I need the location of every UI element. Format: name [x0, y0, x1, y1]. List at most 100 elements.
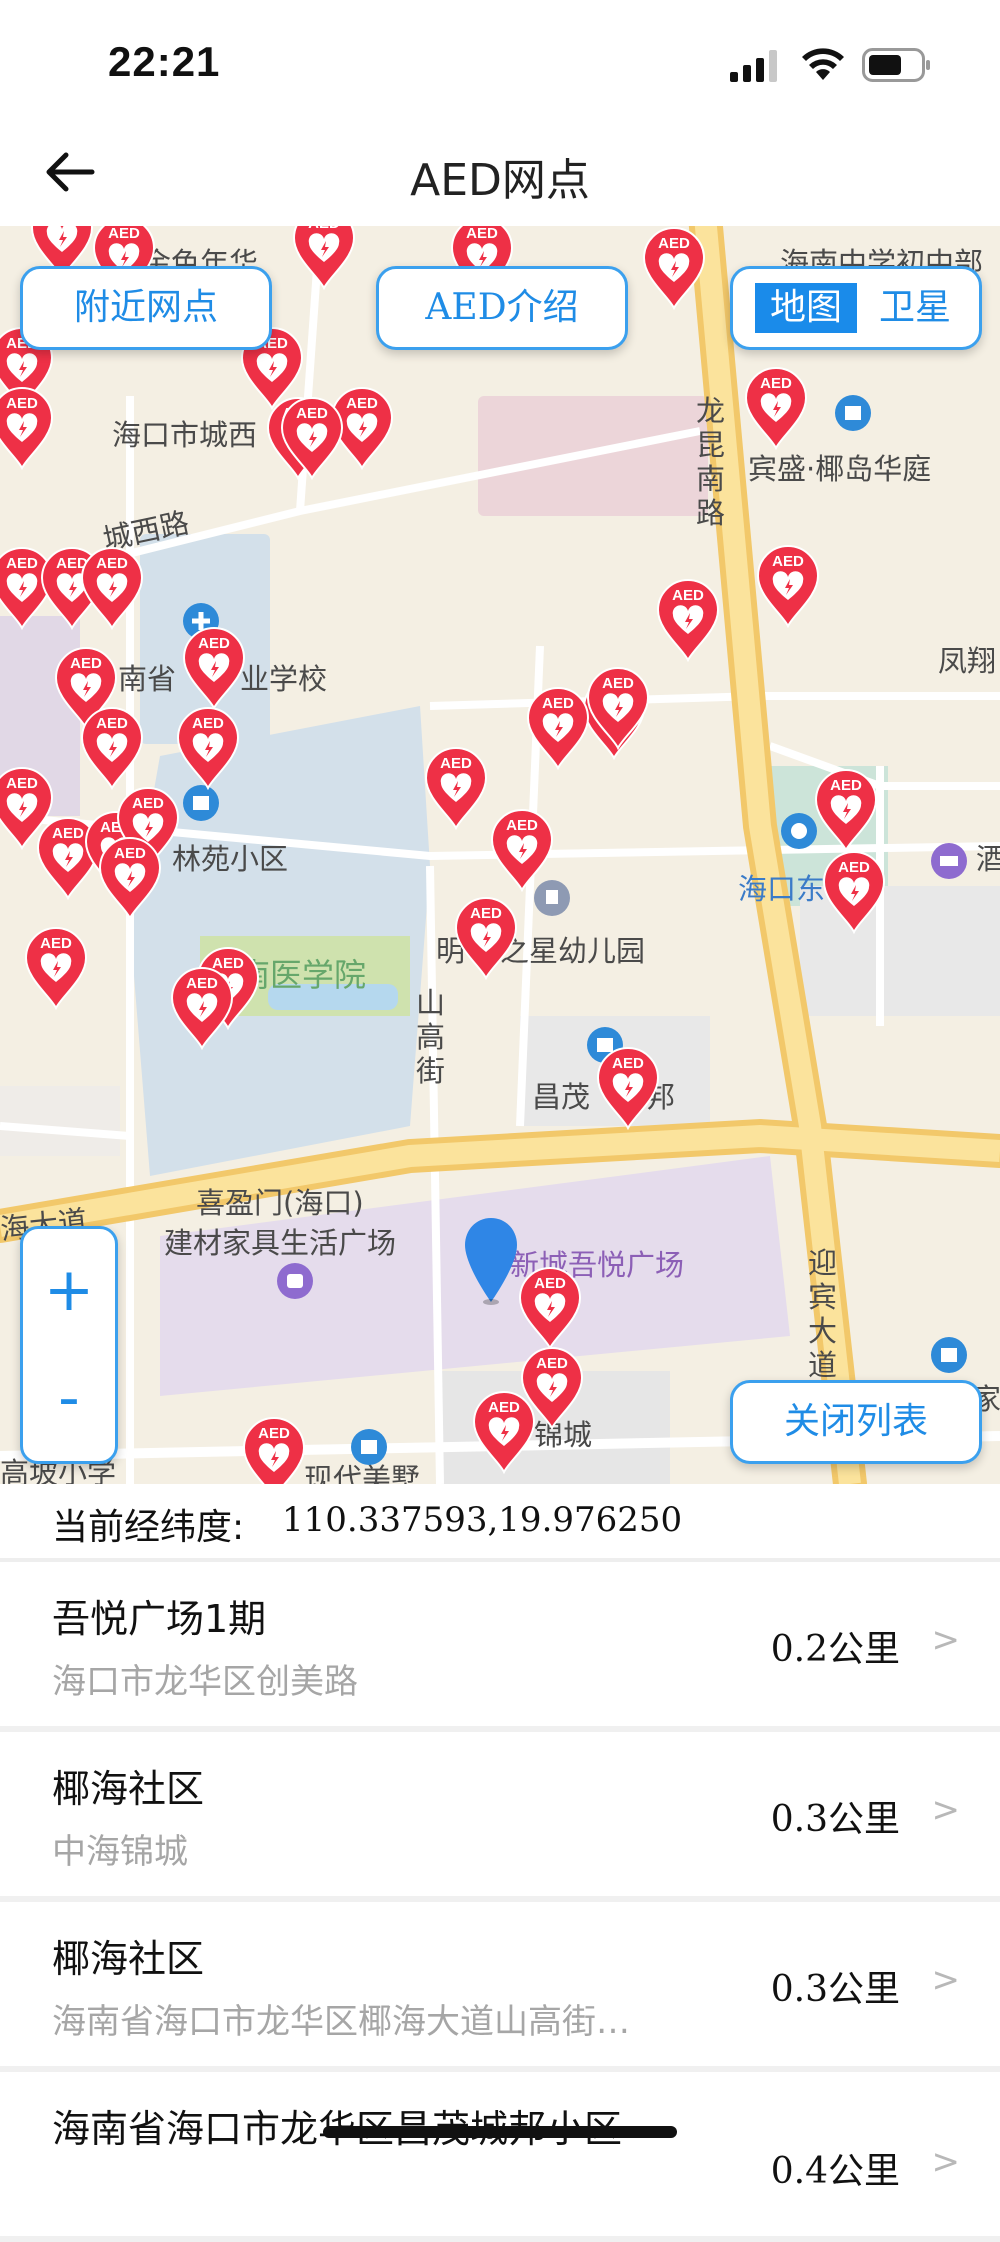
- aed-marker-icon[interactable]: AED: [80, 546, 144, 630]
- map-label: 海口市城西: [112, 418, 258, 452]
- close-list-button[interactable]: 关闭列表: [730, 1380, 982, 1464]
- svg-text:AED: AED: [506, 817, 538, 834]
- aed-marker-icon[interactable]: AED: [182, 626, 246, 710]
- aed-marker-icon[interactable]: AED: [424, 746, 488, 830]
- map-type-satellite-option[interactable]: 卫星: [863, 283, 967, 333]
- aed-intro-button[interactable]: AED介绍: [376, 266, 628, 350]
- map-label: 海口东: [738, 872, 826, 906]
- subway-poi-icon: [781, 813, 817, 849]
- building-poi-icon: [351, 1429, 387, 1465]
- map-label: 宾盛·椰岛华庭: [748, 452, 932, 486]
- svg-text:AED: AED: [108, 226, 140, 242]
- map-label: 凤翔: [938, 644, 997, 678]
- aed-marker-icon[interactable]: AED: [596, 1046, 660, 1130]
- zoom-out-button[interactable]: -: [23, 1353, 115, 1443]
- nav-bar: AED网点: [0, 120, 1000, 226]
- svg-text:AED: AED: [6, 555, 38, 572]
- chevron-right-icon: >: [931, 2142, 961, 2182]
- svg-text:AED: AED: [192, 715, 224, 732]
- aed-marker-icon[interactable]: AED: [24, 926, 88, 1010]
- list-item-name: 吾悦广场1期: [52, 1597, 267, 1641]
- cellular-signal-icon: [730, 50, 777, 82]
- aed-marker-icon[interactable]: AED: [490, 808, 554, 892]
- map-label: 喜盈门(海口): [196, 1186, 364, 1220]
- list-item-name: 椰海社区: [52, 1767, 205, 1811]
- svg-text:AED: AED: [440, 755, 472, 772]
- shopping-poi-icon: [277, 1263, 313, 1299]
- svg-text:AED: AED: [96, 555, 128, 572]
- svg-text:AED: AED: [198, 635, 230, 652]
- building-poi-icon: [835, 395, 871, 431]
- coordinates-label: 当前经纬度:: [52, 1507, 245, 1548]
- zoom-in-button[interactable]: +: [23, 1245, 115, 1335]
- svg-text:AED: AED: [346, 395, 378, 412]
- svg-text:AED: AED: [772, 553, 804, 570]
- aed-marker-icon[interactable]: AED: [472, 1390, 536, 1474]
- svg-text:AED: AED: [542, 695, 574, 712]
- map-type-map-option[interactable]: 地图: [755, 283, 857, 333]
- aed-marker-icon[interactable]: AED: [814, 768, 878, 852]
- svg-text:AED: AED: [40, 935, 72, 952]
- coordinates-value: 110.337593,19.976250: [282, 1500, 683, 1540]
- svg-text:AED: AED: [132, 795, 164, 812]
- list-item[interactable]: 椰海社区 海南省海口市龙华区椰海大道山高街… 0.3公里 >: [0, 1902, 1000, 2072]
- aed-marker-icon[interactable]: AED: [518, 1266, 582, 1350]
- aed-marker-icon[interactable]: AED: [526, 686, 590, 770]
- aed-marker-icon[interactable]: AED: [744, 366, 808, 450]
- svg-text:AED: AED: [838, 859, 870, 876]
- current-coordinates: 当前经纬度: 110.337593,19.976250: [0, 1484, 1000, 1562]
- hotel-poi-icon: [931, 843, 967, 879]
- map-label: 南省: [118, 662, 177, 696]
- map-label: 林苑小区: [172, 842, 289, 876]
- list-item-distance: 0.4公里: [770, 2151, 900, 2192]
- list-item[interactable]: 海南省海口市龙华区昌茂城邦小区 0.4公里 >: [0, 2072, 1000, 2242]
- aed-marker-icon[interactable]: AED: [280, 396, 344, 480]
- svg-text:AED: AED: [296, 405, 328, 422]
- aed-marker-icon[interactable]: AED: [170, 966, 234, 1050]
- map-view[interactable]: 海口市城西 城西路 南省 业学校 林苑小区 海南医学院 明 之星幼儿园 昌茂 邦…: [0, 226, 1000, 1484]
- aed-marker-icon[interactable]: AED: [0, 386, 54, 470]
- svg-text:AED: AED: [52, 825, 84, 842]
- aed-marker-icon[interactable]: AED: [756, 544, 820, 628]
- svg-text:AED: AED: [96, 715, 128, 732]
- map-label: 之星幼儿园: [500, 934, 646, 968]
- aed-marker-icon[interactable]: AED: [822, 850, 886, 934]
- svg-text:AED: AED: [602, 675, 634, 692]
- map-label: 酒: [976, 842, 1000, 876]
- svg-text:AED: AED: [114, 845, 146, 862]
- status-bar: 22:21: [0, 0, 1000, 120]
- aed-marker-icon[interactable]: AED: [586, 666, 650, 750]
- svg-text:AED: AED: [70, 655, 102, 672]
- building-poi-icon: [931, 1337, 967, 1373]
- svg-text:AED: AED: [830, 777, 862, 794]
- aed-marker-icon[interactable]: AED: [80, 706, 144, 790]
- aed-marker-icon[interactable]: AED: [98, 836, 162, 920]
- map-label: 业学校: [240, 662, 328, 696]
- nearby-points-button[interactable]: 附近网点: [20, 266, 272, 350]
- map-label: 建材家具生活广场: [164, 1226, 397, 1260]
- list-item-name: 椰海社区: [52, 1937, 205, 1981]
- svg-text:AED: AED: [672, 587, 704, 604]
- chevron-right-icon: >: [931, 1960, 961, 2000]
- svg-text:AED: AED: [470, 905, 502, 922]
- list-item-address: 中海锦城: [52, 1832, 188, 1872]
- aed-marker-icon[interactable]: AED: [642, 226, 706, 310]
- map-label: 昌茂: [532, 1080, 591, 1114]
- aed-marker-icon[interactable]: AED: [292, 226, 356, 290]
- map-type-toggle: 地图 卫星: [730, 266, 982, 350]
- aed-marker-icon[interactable]: AED: [242, 1416, 306, 1484]
- svg-text:AED: AED: [466, 226, 498, 242]
- chevron-right-icon: >: [931, 1790, 961, 1830]
- battery-icon: [862, 48, 930, 82]
- aed-marker-icon[interactable]: AED: [176, 706, 240, 790]
- map-label: 迎宾大道: [808, 1246, 838, 1382]
- aed-marker-icon[interactable]: AED: [656, 578, 720, 662]
- list-item[interactable]: 椰海社区 中海锦城 0.3公里 >: [0, 1732, 1000, 1902]
- svg-text:AED: AED: [536, 1355, 568, 1372]
- svg-text:AED: AED: [612, 1055, 644, 1072]
- list-item-address: 海南省海口市龙华区椰海大道山高街…: [52, 2002, 630, 2042]
- zoom-control: + -: [20, 1226, 118, 1464]
- list-item[interactable]: 吾悦广场1期 海口市龙华区创美路 0.2公里 >: [0, 1562, 1000, 1732]
- aed-marker-icon[interactable]: AED: [454, 896, 518, 980]
- svg-text:AED: AED: [308, 226, 340, 232]
